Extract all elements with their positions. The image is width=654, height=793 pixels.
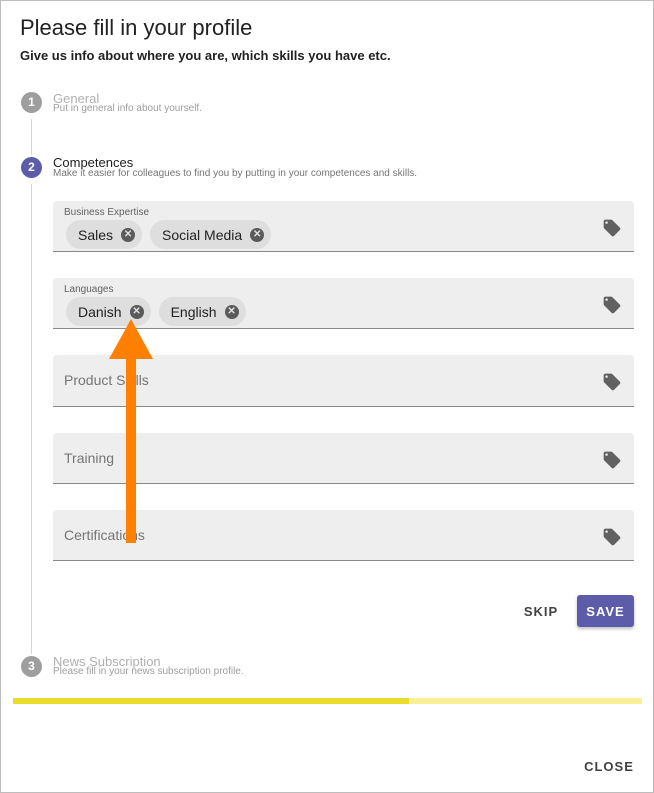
profile-dialog: Please fill in your profile Give us info… <box>0 0 654 793</box>
step-connector <box>31 119 32 155</box>
tag-icon <box>603 296 621 314</box>
save-button[interactable]: SAVE <box>577 595 634 627</box>
chip-label: Sales <box>78 226 114 243</box>
field-label: Languages <box>64 284 114 295</box>
tag-icon <box>603 528 621 546</box>
chip-label: Danish <box>78 303 122 320</box>
skip-button[interactable]: SKIP <box>513 597 569 625</box>
remove-chip-icon[interactable]: ✕ <box>129 304 144 319</box>
progress-bar <box>13 698 642 704</box>
chip[interactable]: Sales ✕ <box>66 220 143 249</box>
step-2-description: Make it easier for colleagues to find yo… <box>53 168 418 179</box>
annotation-arrow <box>109 319 153 543</box>
tag-icon <box>603 219 621 237</box>
chip-label: English <box>170 303 217 320</box>
step-connector <box>31 184 32 654</box>
tag-icon <box>603 451 621 469</box>
step-1-number[interactable]: 1 <box>21 92 42 113</box>
progress-fill <box>13 698 410 704</box>
chip-list: Sales ✕ Social Media ✕ <box>66 220 272 249</box>
close-button[interactable]: CLOSE <box>577 753 641 779</box>
step-3-number[interactable]: 3 <box>21 656 42 677</box>
remove-chip-icon[interactable]: ✕ <box>121 227 136 242</box>
step-3-description: Please fill in your news subscription pr… <box>53 666 244 677</box>
field-label: Business Expertise <box>64 207 150 218</box>
step-1-description: Put in general info about yourself. <box>53 103 202 114</box>
dialog-subtitle: Give us info about where you are, which … <box>20 48 391 63</box>
tag-icon <box>603 373 621 391</box>
step-2-number[interactable]: 2 <box>21 157 42 178</box>
remove-chip-icon[interactable]: ✕ <box>224 304 239 319</box>
dialog-title: Please fill in your profile <box>20 15 253 40</box>
chip[interactable]: Social Media ✕ <box>150 220 272 249</box>
business-expertise-field[interactable]: Business Expertise Sales ✕ Social Media … <box>53 201 634 252</box>
remove-chip-icon[interactable]: ✕ <box>250 227 265 242</box>
chip[interactable]: English ✕ <box>158 297 246 326</box>
chip-label: Social Media <box>162 226 243 243</box>
